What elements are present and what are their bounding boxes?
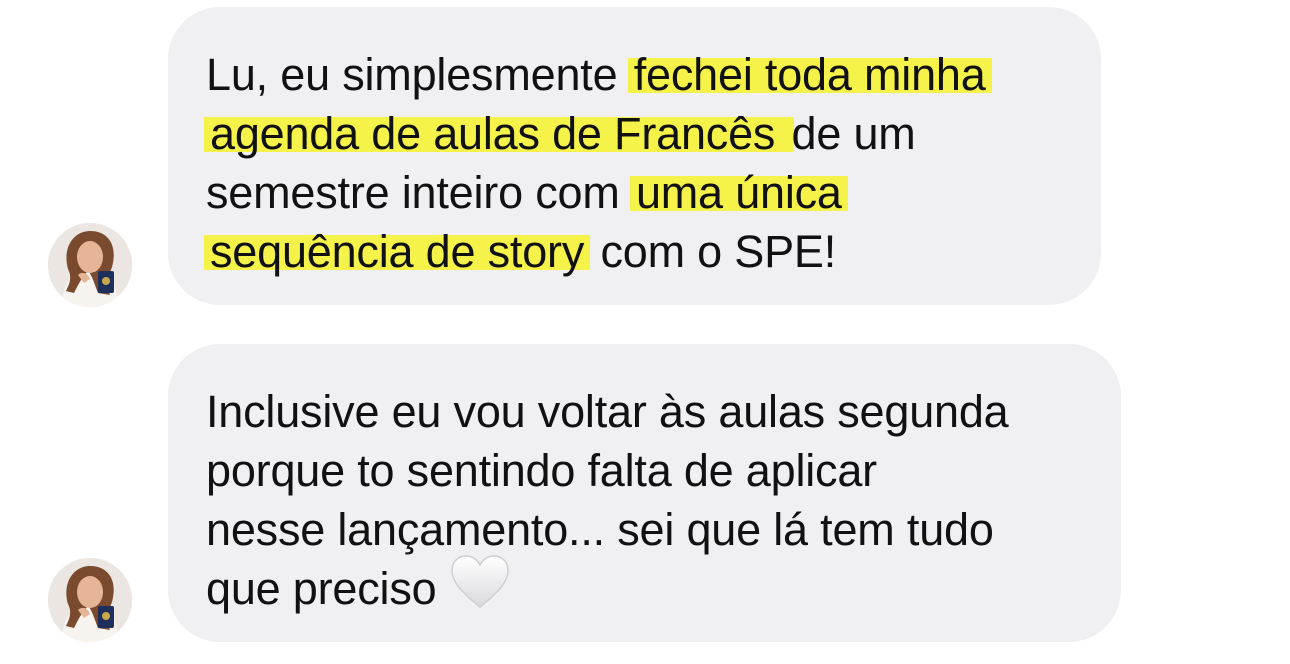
- message-bubble[interactable]: Inclusive eu vou voltar às aulas segunda…: [168, 344, 1121, 642]
- avatar[interactable]: [48, 223, 132, 307]
- profile-photo-icon: [48, 558, 132, 642]
- message-bubble[interactable]: Lu, eu simplesmente fechei toda minha ag…: [168, 7, 1101, 305]
- message-line: agenda de aulas de Francês de um: [204, 104, 1061, 163]
- highlighted-text: agenda de aulas de Francês: [204, 108, 794, 159]
- message-line: semestre inteiro com uma única: [206, 163, 1061, 222]
- message-line: Inclusive eu vou voltar às aulas segunda: [206, 386, 1009, 437]
- highlighted-text: fechei toda minha: [627, 49, 992, 100]
- message-line: Lu, eu simplesmente fechei toda minha: [206, 45, 1061, 104]
- white-heart-icon: [450, 555, 510, 623]
- message-line: porque to sentindo falta de aplicar: [206, 445, 877, 496]
- profile-photo-icon: [48, 223, 132, 307]
- message-line: nesse lançamento... sei que lá tem tudo: [206, 504, 994, 555]
- highlighted-text: sequência de story: [204, 226, 591, 277]
- message-line: sequência de story com o SPE!: [204, 222, 1061, 281]
- message-line: que preciso: [206, 555, 1081, 618]
- highlighted-text: uma única: [629, 167, 848, 218]
- avatar[interactable]: [48, 558, 132, 642]
